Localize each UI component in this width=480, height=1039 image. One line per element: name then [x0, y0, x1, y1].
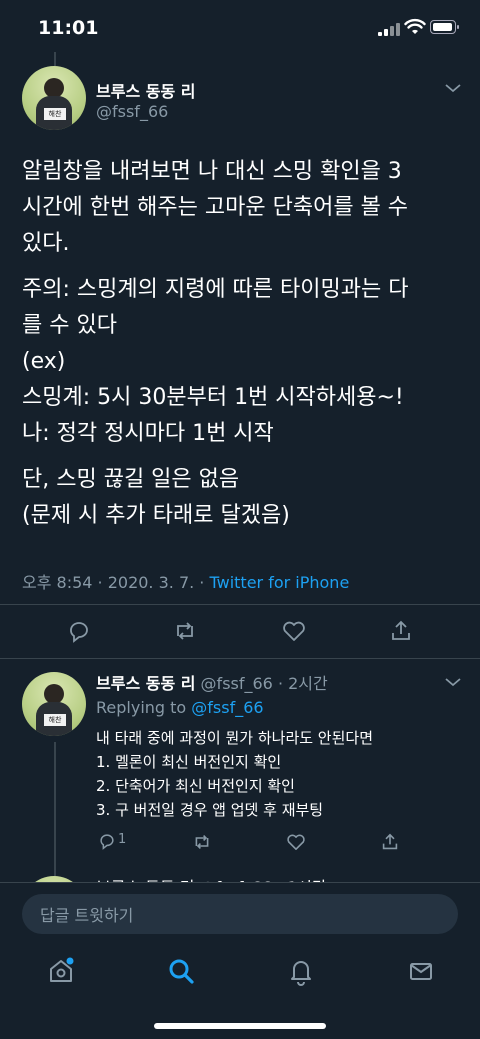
tweet-line: 알림창을 내려보면 나 대신 스밍 확인을 3 — [22, 159, 402, 184]
messages-envelope-icon[interactable] — [406, 956, 436, 986]
reply-composer[interactable] — [22, 894, 458, 936]
tweet-timestamp: 오후 8:54 · 2020. 3. 7. · — [22, 573, 210, 592]
home-icon[interactable] — [46, 956, 76, 986]
reply-line: 1. 멜론이 최신 버전인지 확인 — [96, 753, 282, 771]
tweet-action-bar — [0, 616, 480, 652]
avatar-name-tag: 해찬 — [44, 714, 66, 726]
reply-line: 3. 구 버전일 경우 앱 업뎃 후 재부팅 — [96, 801, 324, 819]
retweet-icon[interactable] — [170, 616, 200, 646]
search-icon[interactable] — [166, 956, 196, 986]
tweet-line: 주의: 스밍계의 지령에 따른 타이밍과는 다 — [22, 277, 409, 302]
author-handle[interactable]: @fssf_66 — [96, 102, 168, 121]
share-icon[interactable] — [386, 616, 416, 646]
reply-handle-time: @fssf_66 · 2시간 — [195, 674, 328, 693]
like-heart-icon[interactable] — [279, 616, 309, 646]
tweet-line: 를 수 있다 — [22, 313, 117, 338]
tweet-line: 나: 정각 정시마다 1번 시작 — [22, 421, 274, 446]
battery-icon — [430, 20, 459, 34]
notifications-bell-icon[interactable] — [286, 956, 316, 986]
tweet-line: (ex) — [22, 349, 66, 374]
author-name[interactable]: 브루스 동동 리 — [96, 78, 195, 102]
status-time: 11:01 — [38, 17, 99, 39]
like-heart-icon[interactable] — [284, 830, 308, 854]
reply-tweet-input[interactable] — [38, 894, 442, 936]
tweet-meta: 오후 8:54 · 2020. 3. 7. · Twitter for iPho… — [22, 569, 349, 593]
divider — [0, 658, 480, 659]
tweet-source-link[interactable]: Twitter for iPhone — [209, 573, 349, 592]
chevron-down-icon[interactable] — [444, 82, 462, 94]
reply-icon — [100, 834, 114, 850]
reply-author-name[interactable]: 브루스 동동 리 — [96, 674, 195, 693]
tweet-line: (문제 시 추가 타래로 달겠음) — [22, 503, 290, 528]
tweet-line: 시간에 한번 해주는 고마운 단축어를 볼 수 — [22, 195, 409, 220]
reply-author-line: 브루스 동동 리 @fssf_66 · 2시간 — [96, 670, 328, 694]
bottom-tab-bar — [0, 942, 480, 1039]
reply-button[interactable]: 1 — [96, 830, 136, 854]
cellular-signal-icon — [378, 22, 404, 36]
reply-text: 내 타래 중에 과정이 뭔가 하나라도 안된다면 1. 멜론이 최신 버전인지 … — [96, 726, 373, 822]
reply-action-bar: 1 — [96, 830, 416, 856]
tweet-line: 스밍계: 5시 30분부터 1번 시작하세용~! — [22, 385, 404, 410]
replying-handle-link[interactable]: @fssf_66 — [191, 698, 263, 717]
share-icon[interactable] — [378, 830, 402, 854]
tweet-text: 알림창을 내려보면 나 대신 스밍 확인을 3 시간에 한번 해주는 고마운 단… — [22, 154, 462, 534]
tweet-line: 단, 스밍 끊길 일은 없음 — [22, 467, 240, 492]
tweet-line: 있다. — [22, 231, 70, 256]
wifi-icon — [404, 18, 426, 34]
author-avatar[interactable]: 해찬 — [22, 66, 86, 130]
replying-prefix: Replying to — [96, 698, 192, 717]
replying-to: Replying to @fssf_66 — [96, 698, 264, 717]
reply-icon[interactable] — [64, 616, 94, 646]
reply-composer-bar — [0, 882, 480, 943]
home-indicator — [154, 1023, 326, 1029]
chevron-down-icon[interactable] — [444, 676, 462, 688]
retweet-icon[interactable] — [190, 830, 214, 854]
reply-line: 2. 단축어가 최신 버전인지 확인 — [96, 777, 295, 795]
status-bar: 11:01 — [0, 0, 480, 56]
reply-author-avatar[interactable]: 해찬 — [22, 672, 86, 736]
divider — [0, 604, 480, 605]
avatar-name-tag: 해찬 — [44, 108, 66, 120]
reply-line: 내 타래 중에 과정이 뭔가 하나라도 안된다면 — [96, 729, 374, 747]
thread-connector-line — [54, 742, 56, 882]
thread-connector-line — [54, 52, 56, 66]
reply-count: 1 — [118, 832, 127, 847]
